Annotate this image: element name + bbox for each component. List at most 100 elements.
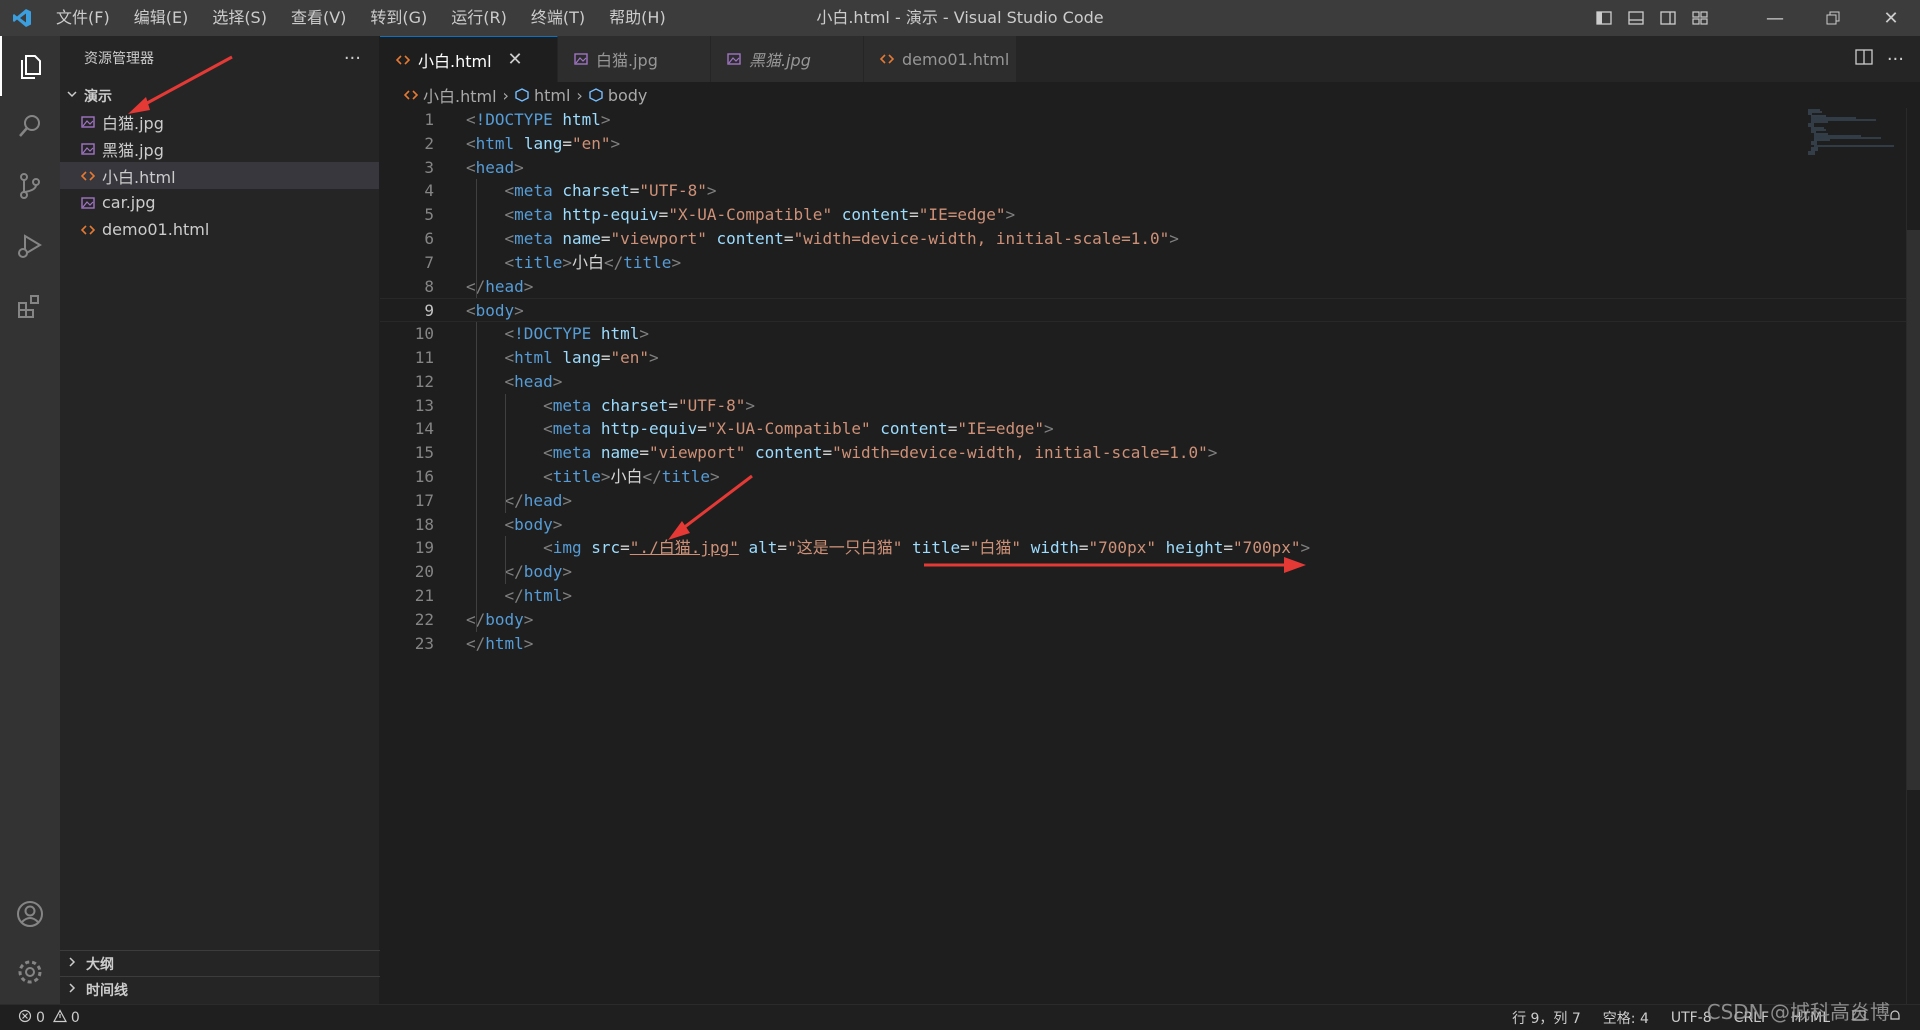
account-icon[interactable]	[0, 884, 60, 944]
file-item[interactable]: 黑猫.jpg	[60, 135, 379, 162]
menu-item[interactable]: 运行(R)	[439, 0, 519, 36]
encoding-status[interactable]: UTF-8	[1671, 1010, 1712, 1026]
code-text: <body>	[504, 514, 563, 534]
timeline-section[interactable]: 时间线	[60, 976, 380, 1002]
code-line[interactable]: 3 <head>	[380, 156, 1906, 180]
line-number: 1	[424, 110, 434, 129]
menu-item[interactable]: 查看(V)	[279, 0, 358, 36]
code-line[interactable]: 12 <head>	[380, 370, 1906, 394]
restore-button[interactable]	[1804, 0, 1862, 36]
code-line[interactable]: 6 <meta name="viewport" content="width=d…	[380, 227, 1906, 251]
cursor-position[interactable]: 行 9，列 7	[1512, 1008, 1581, 1028]
indentation-status[interactable]: 空格: 4	[1603, 1008, 1649, 1028]
minimize-button[interactable]: —	[1746, 0, 1804, 36]
problems-status[interactable]: 0 0	[0, 1008, 80, 1027]
close-tab-icon[interactable]: ✕	[508, 49, 523, 70]
vscode-logo-icon[interactable]	[0, 0, 44, 36]
file-item[interactable]: car.jpg	[60, 189, 379, 216]
image-file-icon	[80, 115, 96, 129]
symbol-element-icon	[589, 88, 603, 102]
menu-item[interactable]: 帮助(H)	[597, 0, 678, 36]
run-debug-icon[interactable]	[0, 216, 60, 276]
menu-item[interactable]: 转到(G)	[358, 0, 439, 36]
image-file-icon	[574, 52, 588, 66]
code-text: <head>	[504, 371, 563, 391]
editor-tab[interactable]: 白猫.jpg	[558, 36, 711, 82]
toggle-secondary-sidebar-icon[interactable]	[1652, 0, 1684, 36]
minimap[interactable]	[1806, 108, 1906, 168]
chevron-down-icon	[66, 88, 78, 104]
code-line[interactable]: 23 </html>	[380, 632, 1906, 656]
watermark: CSDN @城科高炎博	[1706, 1000, 1890, 1024]
code-line[interactable]: 14 <meta http-equiv="X-UA-Compatible" co…	[380, 417, 1906, 441]
split-editor-icon[interactable]	[1855, 48, 1873, 70]
chevron-right-icon: ›	[502, 85, 509, 105]
notifications-bell-icon[interactable]	[1888, 1009, 1902, 1027]
image-file-icon	[80, 142, 96, 156]
code-line[interactable]: 9 <body>	[380, 298, 1906, 323]
code-line[interactable]: 10 <!DOCTYPE html>	[380, 322, 1906, 346]
code-line[interactable]: 16 <title>小白</title>	[380, 465, 1906, 489]
file-item[interactable]: demo01.html	[60, 216, 379, 243]
code-line[interactable]: 22 </body>	[380, 608, 1906, 632]
line-number: 16	[414, 466, 434, 486]
code-line[interactable]: 15 <meta name="viewport" content="width=…	[380, 441, 1906, 465]
editor-tab[interactable]: 黑猫.jpg	[711, 36, 864, 82]
code-text: </html>	[466, 633, 534, 653]
code-line[interactable]: 5 <meta http-equiv="X-UA-Compatible" con…	[380, 203, 1906, 227]
toggle-primary-sidebar-icon[interactable]	[1588, 0, 1620, 36]
customize-layout-icon[interactable]	[1684, 0, 1716, 36]
extensions-icon[interactable]	[0, 276, 60, 336]
source-control-icon[interactable]	[0, 156, 60, 216]
code-line[interactable]: 1 <!DOCTYPE html>	[380, 108, 1906, 132]
more-actions-icon[interactable]: ···	[1887, 49, 1904, 70]
code-line[interactable]: 7 <title>小白</title>	[380, 251, 1906, 275]
breadcrumb-body[interactable]: body	[608, 86, 648, 105]
code-line[interactable]: 18 <body>	[380, 513, 1906, 537]
breadcrumb-html[interactable]: html	[534, 86, 570, 105]
code-line[interactable]: 11 <html lang="en">	[380, 346, 1906, 370]
chevron-right-icon	[66, 956, 78, 972]
code-text: <meta charset="UTF-8">	[504, 181, 717, 201]
code-line[interactable]: 20 </body>	[380, 560, 1906, 584]
line-number: 14	[414, 419, 434, 439]
warning-count: 0	[70, 1009, 80, 1026]
file-item[interactable]: 小白.html	[60, 162, 379, 189]
file-name: 黑猫.jpg	[102, 140, 164, 160]
code-line[interactable]: 2 <html lang="en">	[380, 132, 1906, 156]
settings-gear-icon[interactable]	[0, 942, 60, 1002]
file-item[interactable]: 白猫.jpg	[60, 108, 379, 135]
code-line[interactable]: 21 </html>	[380, 584, 1906, 608]
editor-tab[interactable]: demo01.html	[864, 36, 1017, 82]
menu-item[interactable]: 终端(T)	[519, 0, 597, 36]
close-window-button[interactable]: ✕	[1862, 0, 1920, 36]
menu-item[interactable]: 选择(S)	[200, 0, 279, 36]
chevron-right-icon	[66, 982, 78, 998]
folder-demo[interactable]: 演示	[60, 84, 379, 108]
explorer-icon[interactable]	[0, 36, 60, 96]
line-number: 20	[414, 562, 434, 582]
scrollbar-thumb[interactable]	[1907, 230, 1920, 790]
code-line[interactable]: 19 <img src="./白猫.jpg" alt="这是一只白猫" titl…	[380, 536, 1906, 560]
line-number: 22	[414, 609, 434, 629]
more-actions-icon[interactable]: ···	[344, 48, 361, 69]
code-line[interactable]: 13 <meta charset="UTF-8">	[380, 394, 1906, 418]
line-number: 11	[414, 347, 434, 367]
folder-label: 演示	[84, 89, 112, 105]
toggle-panel-icon[interactable]	[1620, 0, 1652, 36]
code-line[interactable]: 17 </head>	[380, 489, 1906, 513]
breadcrumb-file[interactable]: 小白.html	[423, 83, 497, 107]
error-icon	[18, 1009, 32, 1027]
search-icon[interactable]	[0, 96, 60, 156]
editor-scrollbar[interactable]	[1906, 108, 1920, 1004]
line-number: 23	[414, 633, 434, 653]
code-text: <meta charset="UTF-8">	[543, 395, 756, 415]
code-line[interactable]: 4 <meta charset="UTF-8">	[380, 179, 1906, 203]
menu-item[interactable]: 编辑(E)	[122, 0, 201, 36]
menu-item[interactable]: 文件(F)	[44, 0, 122, 36]
code-text: <title>小白</title>	[543, 466, 720, 486]
code-editor[interactable]: 1 <!DOCTYPE html> 2 <html lang="en"> 3 <head>…	[380, 108, 1906, 1004]
code-line[interactable]: 8 </head>	[380, 275, 1906, 299]
outline-section[interactable]: 大纲	[60, 950, 380, 976]
editor-tab[interactable]: 小白.html ✕	[380, 36, 558, 82]
